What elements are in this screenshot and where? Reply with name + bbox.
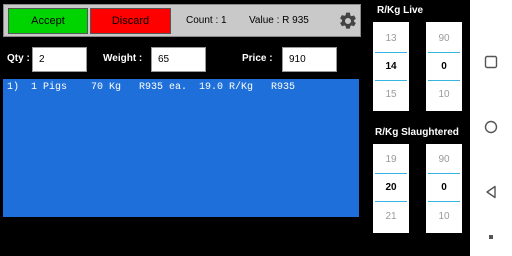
weight-label: Weight : [103,53,143,64]
transaction-list[interactable]: 1) 1 Pigs 70 Kg R935 ea. 19.0 R/Kg R935 [3,79,359,217]
count-label: Count : 1 [186,15,227,26]
slaughtered-rand-spinner[interactable]: 19 20 21 [373,144,409,233]
discard-button[interactable]: Discard [90,8,171,34]
price-field[interactable] [282,47,337,72]
spinner-current-value[interactable]: 14 [373,53,409,79]
accept-button[interactable]: Accept [8,8,88,34]
menu-dot-icon [489,235,493,239]
spinner-next-value[interactable]: 10 [426,82,462,106]
gear-icon[interactable] [338,11,358,31]
qty-field[interactable] [32,47,87,72]
spinner-next-value[interactable]: 21 [373,203,409,229]
menu-button[interactable] [470,233,512,241]
slaughtered-cents-spinner[interactable]: 90 0 10 [426,144,462,233]
back-button[interactable] [470,185,512,199]
back-icon [486,185,496,199]
list-item[interactable]: 1) 1 Pigs 70 Kg R935 ea. 19.0 R/Kg R935 [7,82,295,93]
qty-label: Qty : [7,53,30,64]
home-icon [484,120,498,134]
recent-apps-button[interactable] [470,55,512,69]
live-rand-spinner[interactable]: 13 14 15 [373,22,409,111]
spinner-current-value[interactable]: 0 [426,174,462,200]
live-title: R/Kg Live [377,5,424,16]
spinner-divider [428,201,460,202]
slaughtered-title: R/Kg Slaughtered [375,127,459,138]
spinner-next-value[interactable]: 10 [426,203,462,229]
spinner-divider [428,80,460,81]
live-cents-spinner[interactable]: 90 0 10 [426,22,462,111]
spinner-prev-value[interactable]: 13 [373,26,409,50]
spinner-divider [375,80,407,81]
spinner-current-value[interactable]: 0 [426,53,462,79]
weight-field[interactable] [151,47,206,72]
spinner-divider [375,201,407,202]
spinner-prev-value[interactable]: 90 [426,147,462,171]
toolbar: Accept Discard Count : 1 Value : R 935 [3,4,361,37]
spinner-prev-value[interactable]: 90 [426,26,462,50]
spinner-next-value[interactable]: 15 [373,82,409,106]
navigation-bar [470,0,512,256]
price-label: Price : [242,53,273,64]
spinner-current-value[interactable]: 20 [373,174,409,200]
value-label: Value : R 935 [249,15,309,26]
home-button[interactable] [470,120,512,134]
spinner-prev-value[interactable]: 19 [373,147,409,171]
recent-apps-icon [484,55,498,69]
